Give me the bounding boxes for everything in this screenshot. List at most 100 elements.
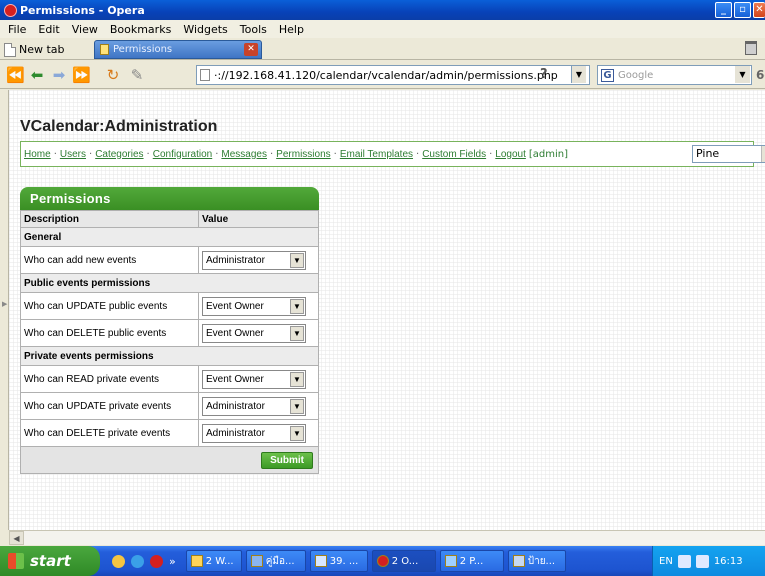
- taskbar-item[interactable]: 2 O...: [371, 550, 436, 572]
- menu-tools[interactable]: Tools: [234, 23, 273, 36]
- quicklaunch-icon[interactable]: [112, 554, 125, 568]
- permissions-panel: Permissions Description Value General Wh…: [20, 187, 319, 507]
- scroll-left-icon[interactable]: ◀: [9, 531, 24, 545]
- permission-select[interactable]: Administrator ▼: [202, 396, 306, 416]
- permission-select-value: Administrator: [206, 254, 265, 266]
- chevron-down-icon[interactable]: ▼: [290, 325, 304, 341]
- taskbar-item[interactable]: ป้าย...: [507, 550, 566, 572]
- new-tab-button[interactable]: New tab: [4, 40, 65, 59]
- search-placeholder: Google: [618, 69, 654, 81]
- admin-user-label: [admin]: [528, 148, 569, 160]
- help-icon[interactable]: ?: [540, 67, 548, 82]
- permission-select[interactable]: Event Owner ▼: [202, 323, 306, 343]
- nav-users[interactable]: Users: [60, 149, 86, 160]
- taskbar-item[interactable]: 39. ...: [309, 550, 368, 572]
- tab-permissions[interactable]: Permissions ✕: [94, 40, 262, 59]
- nav-email-templates[interactable]: Email Templates: [340, 149, 413, 160]
- nav-permissions[interactable]: Permissions: [276, 149, 330, 160]
- menu-edit[interactable]: Edit: [32, 23, 65, 36]
- start-button[interactable]: start: [0, 546, 100, 576]
- nav-home[interactable]: Home: [24, 149, 51, 160]
- tab-close-icon[interactable]: ✕: [244, 43, 258, 56]
- section-title: Public events permissions: [20, 273, 319, 293]
- menu-widgets[interactable]: Widgets: [177, 23, 233, 36]
- rewind-icon[interactable]: ⏪: [6, 66, 25, 84]
- address-url[interactable]: ·://192.168.41.120/calendar/vcalendar/ad…: [214, 69, 558, 82]
- system-tray: EN 16:13: [652, 546, 765, 576]
- nav-custom-fields[interactable]: Custom Fields: [422, 149, 486, 160]
- opera-icon: [4, 3, 17, 17]
- windows-logo-icon: [8, 553, 24, 569]
- nav-categories[interactable]: Categories: [95, 149, 143, 160]
- panel-toggle-strip[interactable]: ▶: [0, 90, 9, 530]
- permission-select-value: Event Owner: [206, 373, 264, 385]
- submit-button[interactable]: Submit: [261, 451, 313, 469]
- page-icon: [200, 69, 210, 81]
- table-row: Who can DELETE public events Event Owner…: [20, 319, 319, 347]
- edit-icon[interactable]: ✎: [128, 66, 146, 84]
- taskbar-item[interactable]: 2 P...: [439, 550, 504, 572]
- network-icon[interactable]: [677, 554, 691, 568]
- table-row: Who can add new events Administrator ▼: [20, 246, 319, 274]
- address-dropdown-icon[interactable]: ▼: [571, 66, 586, 83]
- window-title: Permissions - Opera: [20, 3, 145, 17]
- forward-icon[interactable]: ➡: [50, 66, 68, 84]
- chevron-down-icon[interactable]: ▼: [290, 425, 304, 441]
- back-icon[interactable]: ⬅: [28, 66, 46, 84]
- permission-select[interactable]: Administrator ▼: [202, 423, 306, 443]
- nav-configuration[interactable]: Configuration: [153, 149, 212, 160]
- opera-icon[interactable]: [150, 554, 163, 568]
- permission-label: Who can DELETE public events: [20, 319, 199, 347]
- menu-file[interactable]: File: [2, 23, 32, 36]
- chevron-down-icon[interactable]: ▼: [761, 146, 765, 162]
- permission-label: Who can DELETE private events: [20, 419, 199, 447]
- tab-bar: New tab Permissions ✕: [0, 38, 765, 60]
- chevron-down-icon[interactable]: ▼: [290, 252, 304, 268]
- table-row: Who can READ private events Event Owner ▼: [20, 365, 319, 393]
- quicklaunch-more-icon[interactable]: »: [169, 555, 176, 568]
- permission-select[interactable]: Administrator ▼: [202, 250, 306, 270]
- menu-bar: File Edit View Bookmarks Widgets Tools H…: [0, 20, 765, 38]
- minimize-button[interactable]: _: [715, 2, 732, 18]
- language-indicator[interactable]: EN: [659, 556, 673, 567]
- table-row: Who can UPDATE public events Event Owner…: [20, 292, 319, 320]
- horizontal-scrollbar[interactable]: ◀: [9, 530, 765, 545]
- admin-nav: Home · Users · Categories · Configuration · …: [20, 141, 765, 167]
- window-icon: [444, 555, 457, 567]
- chevron-down-icon[interactable]: ▼: [290, 371, 304, 387]
- binoculars-icon[interactable]: 6ð: [756, 68, 765, 82]
- chevron-down-icon[interactable]: ▼: [290, 398, 304, 414]
- chevron-down-icon[interactable]: ▼: [290, 298, 304, 314]
- style-select[interactable]: Pine ▼: [692, 145, 765, 163]
- column-header-value: Value: [198, 210, 319, 228]
- menu-bookmarks[interactable]: Bookmarks: [104, 23, 177, 36]
- fast-forward-icon[interactable]: ⏩: [72, 66, 91, 84]
- menu-help[interactable]: Help: [273, 23, 310, 36]
- permission-select[interactable]: Event Owner ▼: [202, 296, 306, 316]
- taskbar-item[interactable]: คู่มือ...: [245, 550, 306, 572]
- close-button[interactable]: ✕: [753, 2, 765, 18]
- search-dropdown-icon[interactable]: ▼: [735, 66, 750, 83]
- nav-logout[interactable]: Logout: [495, 149, 526, 160]
- permission-select-value: Event Owner: [206, 327, 264, 339]
- expand-arrow-icon[interactable]: ▶: [2, 300, 7, 308]
- reload-icon[interactable]: ↻: [104, 66, 122, 84]
- maximize-button[interactable]: ▫: [734, 2, 751, 18]
- clock: 16:13: [713, 555, 743, 567]
- search-field[interactable]: G Google: [597, 65, 752, 85]
- window-controls: _ ▫ ✕: [715, 2, 765, 18]
- taskbar-item[interactable]: 2 W...: [185, 550, 242, 572]
- section-title: Private events permissions: [20, 346, 319, 366]
- address-bar[interactable]: ·://192.168.41.120/calendar/vcalendar/ad…: [196, 65, 590, 85]
- nav-messages[interactable]: Messages: [221, 149, 267, 160]
- volume-icon[interactable]: [695, 554, 709, 568]
- style-select-value: Pine: [696, 147, 720, 160]
- table-row: Who can DELETE private events Administra…: [20, 419, 319, 447]
- permission-label: Who can add new events: [20, 246, 199, 274]
- page-icon: [4, 42, 16, 57]
- trash-icon[interactable]: [745, 41, 757, 55]
- ie-icon[interactable]: [131, 554, 144, 568]
- navigation-toolbar: ⏪ ⬅ ➡ ⏩ ↻ ✎ ·://192.168.41.120/calendar/…: [0, 61, 765, 89]
- permission-select[interactable]: Event Owner ▼: [202, 369, 306, 389]
- menu-view[interactable]: View: [66, 23, 104, 36]
